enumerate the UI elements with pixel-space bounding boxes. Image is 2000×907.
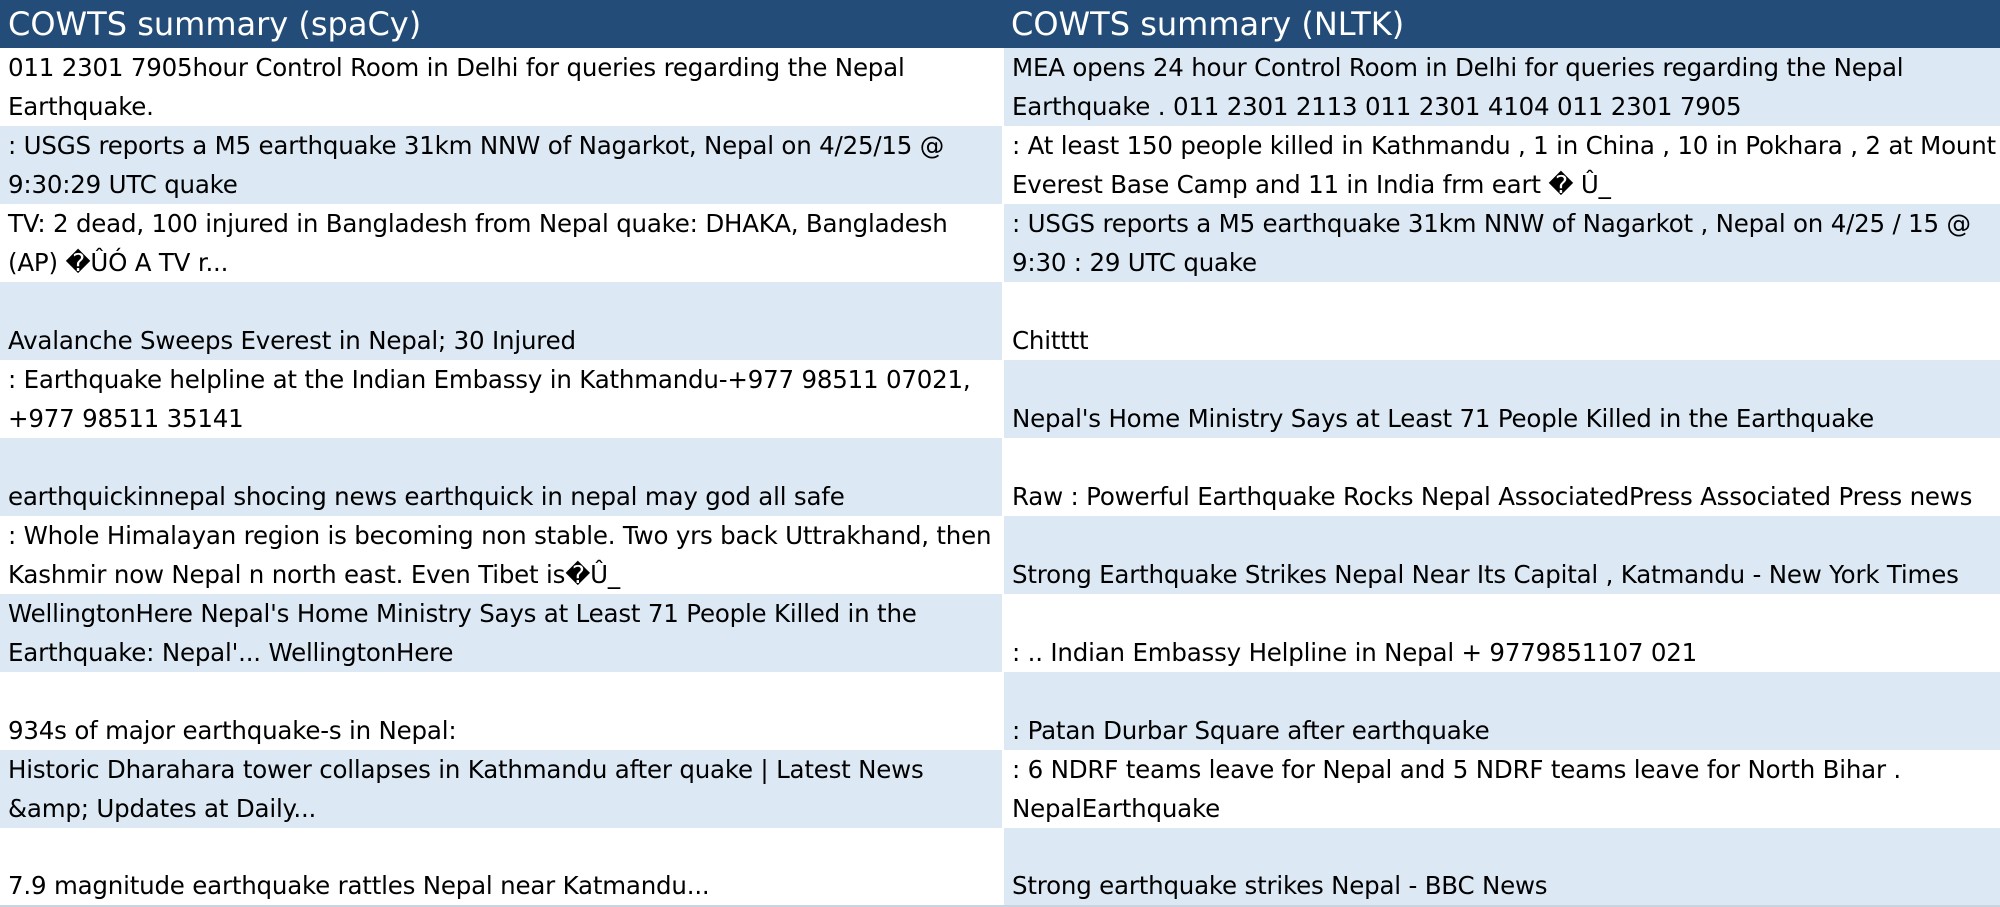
nltk-summary-cell: : USGS reports a M5 earthquake 31km NNW …: [1003, 204, 2000, 282]
table-row: WellingtonHere Nepal's Home Ministry Say…: [0, 594, 2000, 672]
table-row: Historic Dharahara tower collapses in Ka…: [0, 750, 2000, 828]
spacy-summary-cell: Avalanche Sweeps Everest in Nepal; 30 In…: [0, 282, 1004, 360]
table-row: Avalanche Sweeps Everest in Nepal; 30 In…: [0, 282, 2000, 360]
spacy-summary-cell: 934s of major earthquake-s in Nepal:: [0, 672, 1004, 750]
spacy-summary-cell: 7.9 magnitude earthquake rattles Nepal n…: [0, 828, 1004, 907]
table-row: : USGS reports a M5 earthquake 31km NNW …: [0, 126, 2000, 204]
nltk-summary-cell: Strong Earthquake Strikes Nepal Near Its…: [1003, 516, 2000, 594]
nltk-summary-cell: : 6 NDRF teams leave for Nepal and 5 NDR…: [1003, 750, 2000, 828]
spacy-summary-cell: WellingtonHere Nepal's Home Ministry Say…: [0, 594, 1004, 672]
column-header-nltk: COWTS summary (NLTK): [1003, 0, 2000, 48]
table-row: earthquickinnepal shocing news earthquic…: [0, 438, 2000, 516]
nltk-summary-cell: Chitttt: [1003, 282, 2000, 360]
spacy-summary-cell: : Earthquake helpline at the Indian Emba…: [0, 360, 1004, 438]
table-row: 934s of major earthquake-s in Nepal: : P…: [0, 672, 2000, 750]
table-row: 011 2301 7905hour Control Room in Delhi …: [0, 48, 2000, 126]
summary-comparison-table: COWTS summary (spaCy) COWTS summary (NLT…: [0, 0, 2000, 907]
spacy-summary-cell: TV: 2 dead, 100 injured in Bangladesh fr…: [0, 204, 1004, 282]
table-row: TV: 2 dead, 100 injured in Bangladesh fr…: [0, 204, 2000, 282]
nltk-summary-cell: Raw : Powerful Earthquake Rocks Nepal As…: [1003, 438, 2000, 516]
spacy-summary-cell: : USGS reports a M5 earthquake 31km NNW …: [0, 126, 1004, 204]
spacy-summary-cell: Historic Dharahara tower collapses in Ka…: [0, 750, 1004, 828]
nltk-summary-cell: : At least 150 people killed in Kathmand…: [1003, 126, 2000, 204]
spacy-summary-cell: earthquickinnepal shocing news earthquic…: [0, 438, 1004, 516]
table-row: : Whole Himalayan region is becoming non…: [0, 516, 2000, 594]
header-row: COWTS summary (spaCy) COWTS summary (NLT…: [0, 0, 2000, 48]
table-body: 011 2301 7905hour Control Room in Delhi …: [0, 48, 2000, 907]
nltk-summary-cell: : .. Indian Embassy Helpline in Nepal + …: [1003, 594, 2000, 672]
table-row: 7.9 magnitude earthquake rattles Nepal n…: [0, 828, 2000, 907]
nltk-summary-cell: Strong earthquake strikes Nepal - BBC Ne…: [1003, 828, 2000, 907]
nltk-summary-cell: Nepal's Home Ministry Says at Least 71 P…: [1003, 360, 2000, 438]
column-header-spacy: COWTS summary (spaCy): [0, 0, 1003, 48]
nltk-summary-cell: : Patan Durbar Square after earthquake: [1003, 672, 2000, 750]
spacy-summary-cell: 011 2301 7905hour Control Room in Delhi …: [0, 48, 1004, 126]
nltk-summary-cell: MEA opens 24 hour Control Room in Delhi …: [1003, 48, 2000, 126]
spacy-summary-cell: : Whole Himalayan region is becoming non…: [0, 516, 1004, 594]
table-row: : Earthquake helpline at the Indian Emba…: [0, 360, 2000, 438]
